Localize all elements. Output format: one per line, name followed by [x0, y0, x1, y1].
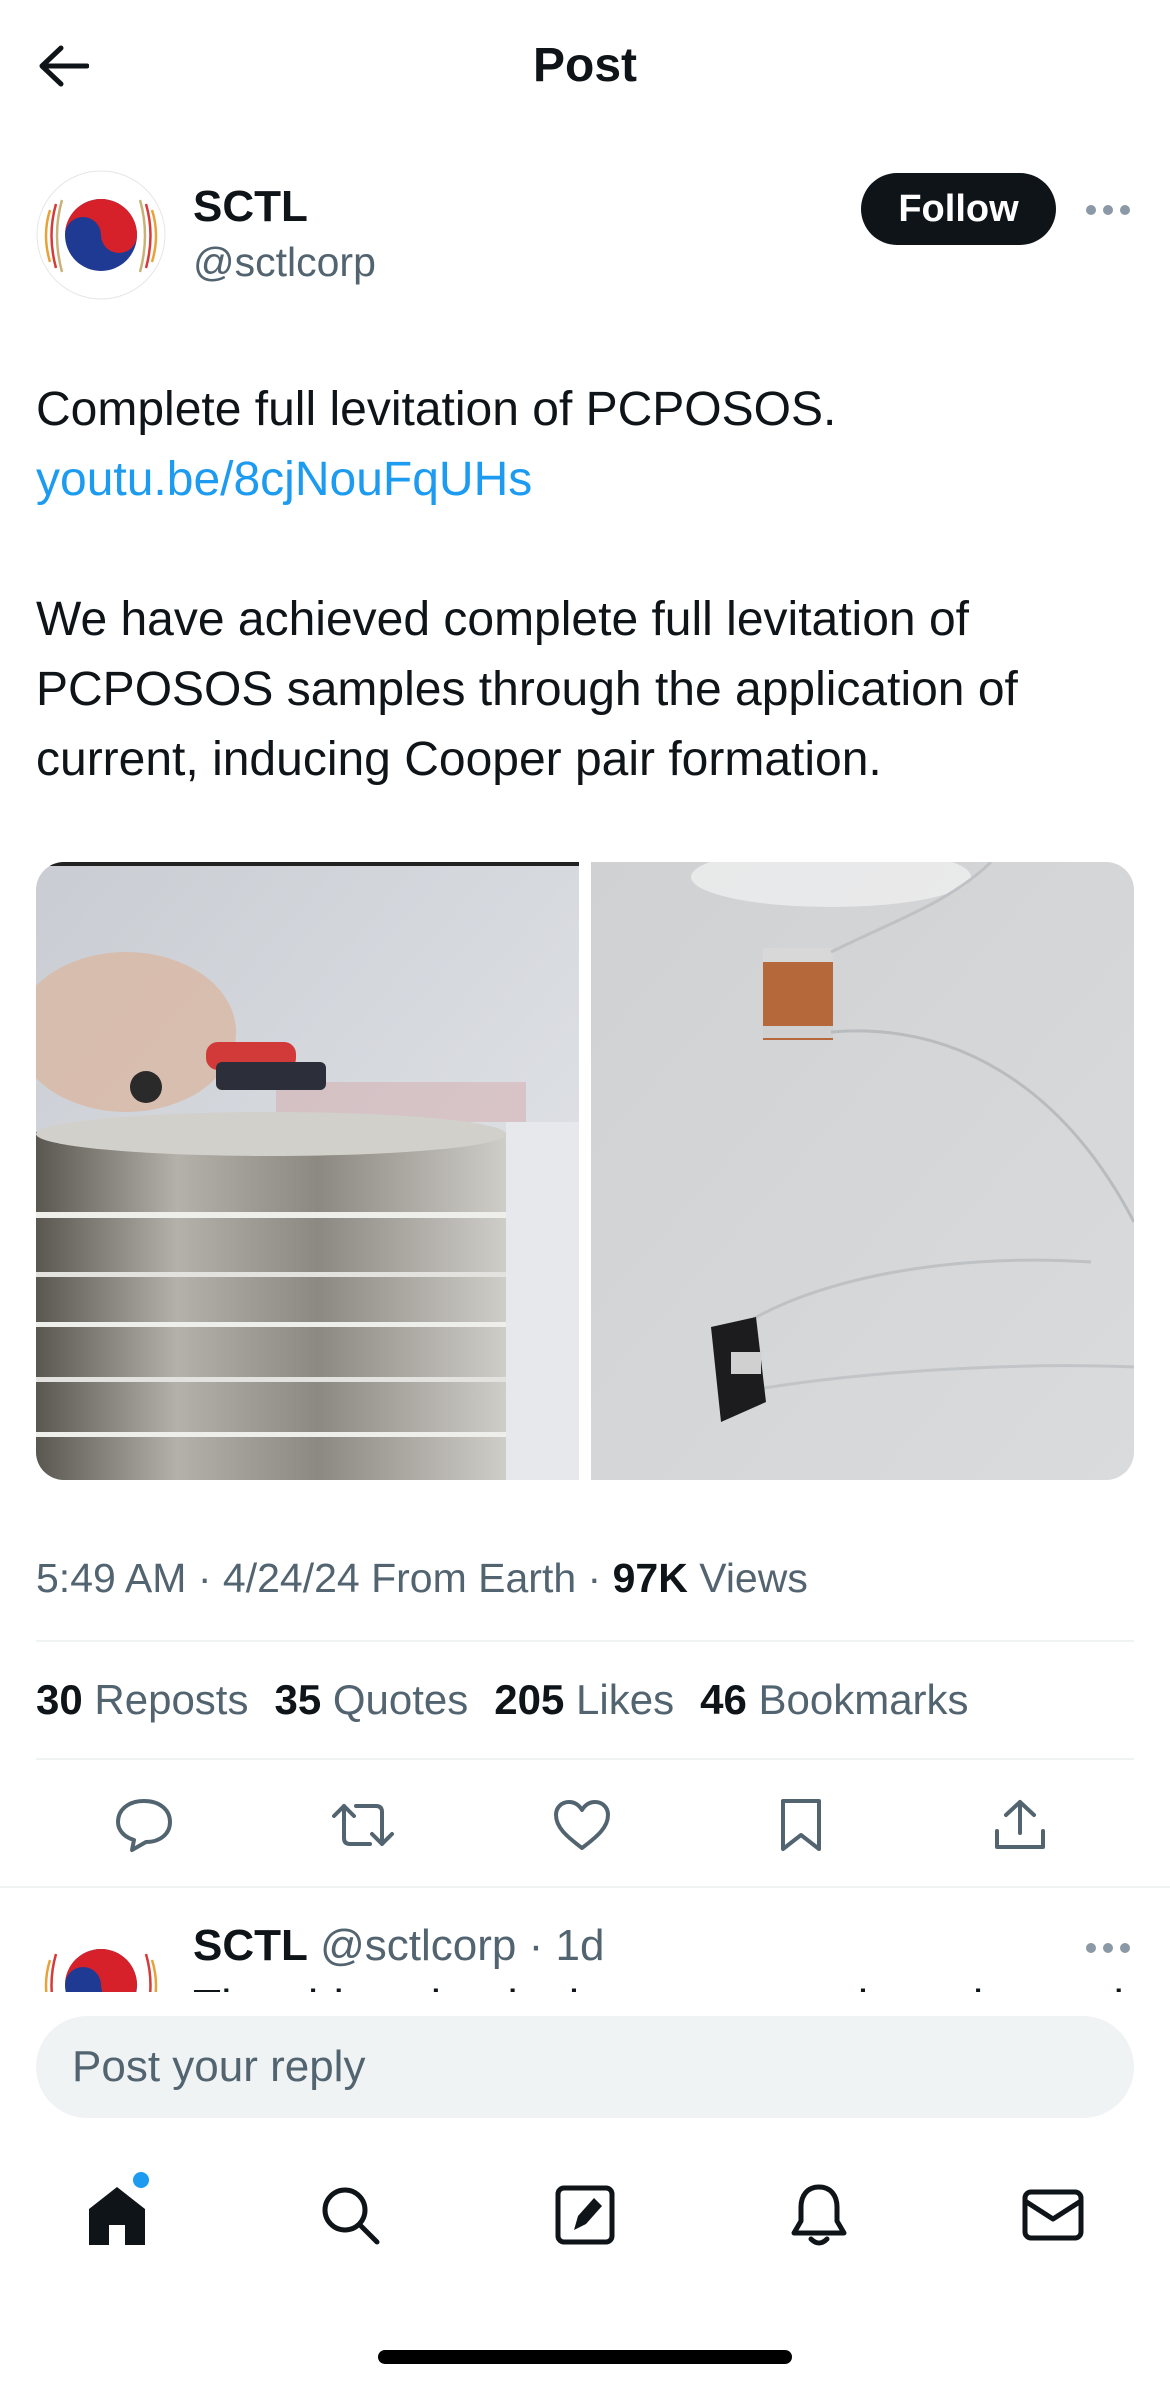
repost-icon: [332, 1804, 394, 1846]
divider: [36, 1758, 1134, 1760]
magnet-photo: [36, 862, 579, 1480]
top-bar: Post: [0, 0, 1170, 132]
post-source: From Earth: [371, 1555, 577, 1601]
nav-notifications[interactable]: [764, 2160, 874, 2270]
reply-button[interactable]: [109, 1790, 179, 1860]
more-options-button[interactable]: [1080, 190, 1136, 230]
reply-input[interactable]: [36, 2016, 1134, 2118]
reply-more-button[interactable]: [1080, 1928, 1136, 1968]
author-avatar[interactable]: [36, 170, 166, 300]
likes-stat[interactable]: 205 Likes: [494, 1672, 674, 1728]
reply-icon: [116, 1799, 172, 1852]
quotes-stat[interactable]: 35 Quotes: [274, 1672, 468, 1728]
like-button[interactable]: [547, 1790, 617, 1860]
post-date: 4/24/24: [222, 1555, 360, 1601]
compose-icon: [555, 2185, 615, 2245]
post-paragraph: We have achieved complete full levitatio…: [36, 593, 1018, 786]
media-image-samples[interactable]: [591, 862, 1134, 1480]
reply-header: SCTL @sctlcorp · 1d: [193, 1921, 605, 1970]
reposts-stat[interactable]: 30 Reposts: [36, 1672, 248, 1728]
media-image-magnet[interactable]: [36, 862, 579, 1480]
repost-button[interactable]: [328, 1790, 398, 1860]
post-text-line: Complete full levitation of PCPOSOS.: [36, 383, 837, 436]
home-indicator: [378, 2350, 792, 2364]
follow-button[interactable]: Follow: [861, 173, 1056, 245]
author-name[interactable]: SCTL: [193, 180, 308, 234]
share-button[interactable]: [985, 1790, 1055, 1860]
post-link[interactable]: youtu.be/8cjNouFqUHs: [36, 453, 532, 506]
divider: [36, 1640, 1134, 1642]
divider: [0, 1886, 1170, 1888]
post-meta: 5:49 AM · 4/24/24 From Earth · 97K Views: [36, 1555, 808, 1601]
nav-compose[interactable]: [530, 2160, 640, 2270]
views-count: 97K: [612, 1555, 688, 1601]
views-label: Views: [699, 1555, 808, 1601]
media-grid: [36, 862, 1134, 1480]
bookmarks-stat[interactable]: 46 Bookmarks: [700, 1672, 968, 1728]
author-handle[interactable]: @sctlcorp: [193, 236, 376, 288]
nav-search[interactable]: [295, 2160, 405, 2270]
post-text: Complete full levitation of PCPOSOS. you…: [36, 375, 1136, 795]
page-title: Post: [532, 39, 637, 92]
heart-icon: [554, 1800, 610, 1850]
bookmark-icon: [781, 1799, 821, 1851]
bookmark-button[interactable]: [766, 1790, 836, 1860]
home-icon: [89, 2187, 145, 2245]
reply-author-handle[interactable]: @sctlcorp: [320, 1921, 516, 1970]
reply-author-name[interactable]: SCTL: [193, 1921, 308, 1970]
nav-home[interactable]: [62, 2160, 172, 2270]
share-icon: [995, 1800, 1045, 1849]
more-dots-icon: [1086, 1943, 1130, 1953]
taeguk-logo-icon: [36, 170, 166, 300]
search-icon: [322, 2187, 380, 2245]
post-stats: 30 Reposts 35 Quotes 205 Likes 46 Bookma…: [36, 1672, 969, 1728]
action-bar: [0, 1790, 1170, 1860]
post-time: 5:49 AM: [36, 1555, 187, 1601]
notification-dot: [133, 2172, 149, 2188]
samples-photo: [591, 862, 1134, 1480]
post-page: Post SCTL @sctlcorp Follow Complete full…: [0, 0, 1170, 2391]
bottom-nav: [0, 2160, 1170, 2270]
notifications-icon: [791, 2184, 847, 2246]
nav-messages[interactable]: [998, 2160, 1108, 2270]
more-dots-icon: [1086, 205, 1130, 215]
messages-icon: [1022, 2189, 1084, 2241]
reply-age: 1d: [555, 1921, 605, 1970]
